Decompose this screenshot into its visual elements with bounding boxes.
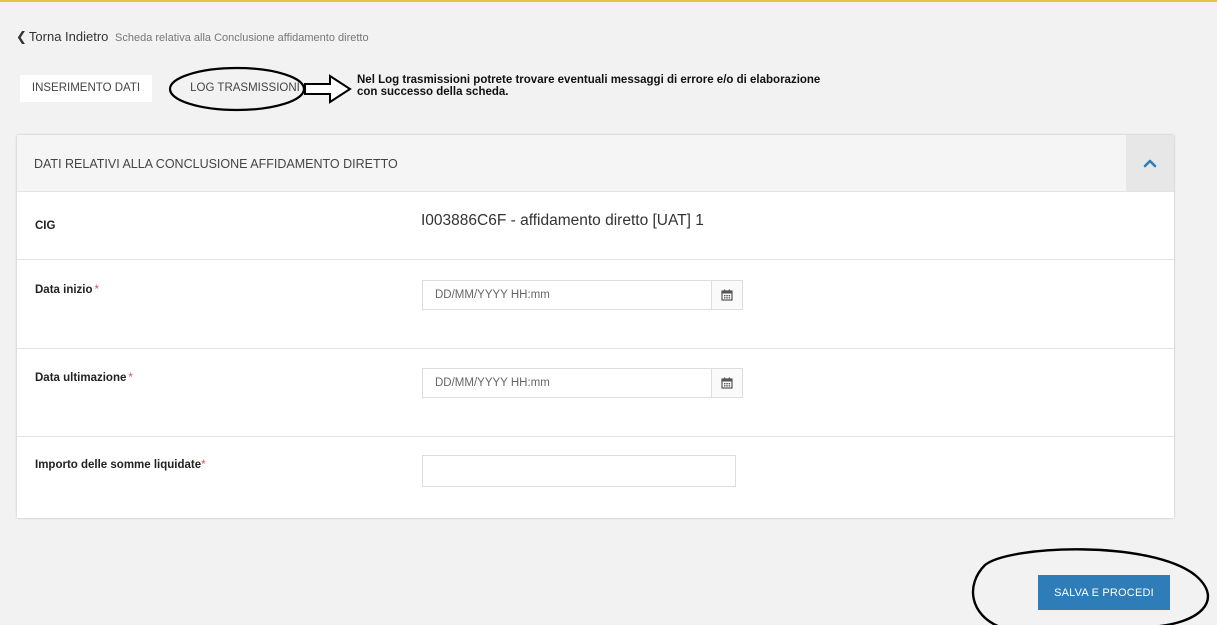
annotation-note: Nel Log trasmissioni potrete trovare eve… xyxy=(357,74,821,98)
data-ultimazione-calendar-button[interactable] xyxy=(711,368,743,398)
annotation-arrow-icon xyxy=(304,74,352,104)
form-panel: DATI RELATIVI ALLA CONCLUSIONE AFFIDAMEN… xyxy=(17,135,1174,518)
back-link[interactable]: ❮ Torna Indietro xyxy=(16,29,112,44)
save-and-proceed-button[interactable]: SALVA E PROCEDI xyxy=(1038,575,1170,610)
top-accent-border xyxy=(0,0,1217,2)
data-ultimazione-label: Data ultimazione * xyxy=(35,372,133,384)
back-link-label: Torna Indietro xyxy=(28,29,109,44)
importo-label-text: Importo delle somme liquidate xyxy=(35,459,202,471)
required-asterisk: * xyxy=(201,459,206,471)
page-subtitle: Scheda relativa alla Conclusione affidam… xyxy=(115,32,369,44)
data-inizio-label-text: Data inizio xyxy=(35,284,93,296)
chevron-up-icon xyxy=(1143,159,1157,168)
tab-log-trasmissioni[interactable]: LOG TRASMISSIONI xyxy=(185,75,305,102)
data-ultimazione-label-text: Data ultimazione xyxy=(35,372,127,384)
panel-title: DATI RELATIVI ALLA CONCLUSIONE AFFIDAMEN… xyxy=(34,157,398,171)
row-data-inizio: Data inizio * xyxy=(17,260,1174,349)
breadcrumb: ❮ Torna Indietro Scheda relativa alla Con… xyxy=(16,29,369,45)
required-asterisk: * xyxy=(128,372,133,384)
calendar-icon xyxy=(721,289,733,301)
cig-label: CIG xyxy=(35,220,56,232)
tab-inserimento-dati[interactable]: INSERIMENTO DATI xyxy=(20,75,152,102)
calendar-icon xyxy=(721,377,733,389)
data-inizio-input[interactable] xyxy=(422,280,711,310)
data-ultimazione-input[interactable] xyxy=(422,368,711,398)
row-importo: Importo delle somme liquidate* xyxy=(17,437,1174,518)
cig-value: I003886C6F - affidamento diretto [UAT] 1 xyxy=(421,212,704,229)
row-data-ultimazione: Data ultimazione * xyxy=(17,349,1174,437)
collapse-button[interactable] xyxy=(1126,135,1174,191)
importo-input[interactable] xyxy=(422,455,736,487)
required-asterisk: * xyxy=(94,284,99,296)
panel-header: DATI RELATIVI ALLA CONCLUSIONE AFFIDAMEN… xyxy=(17,135,1174,192)
data-inizio-calendar-button[interactable] xyxy=(711,280,743,310)
data-inizio-label: Data inizio * xyxy=(35,284,99,296)
chevron-left-icon: ❮ xyxy=(16,29,27,44)
importo-label: Importo delle somme liquidate* xyxy=(35,459,206,471)
row-cig: CIG I003886C6F - affidamento diretto [UA… xyxy=(17,192,1174,260)
